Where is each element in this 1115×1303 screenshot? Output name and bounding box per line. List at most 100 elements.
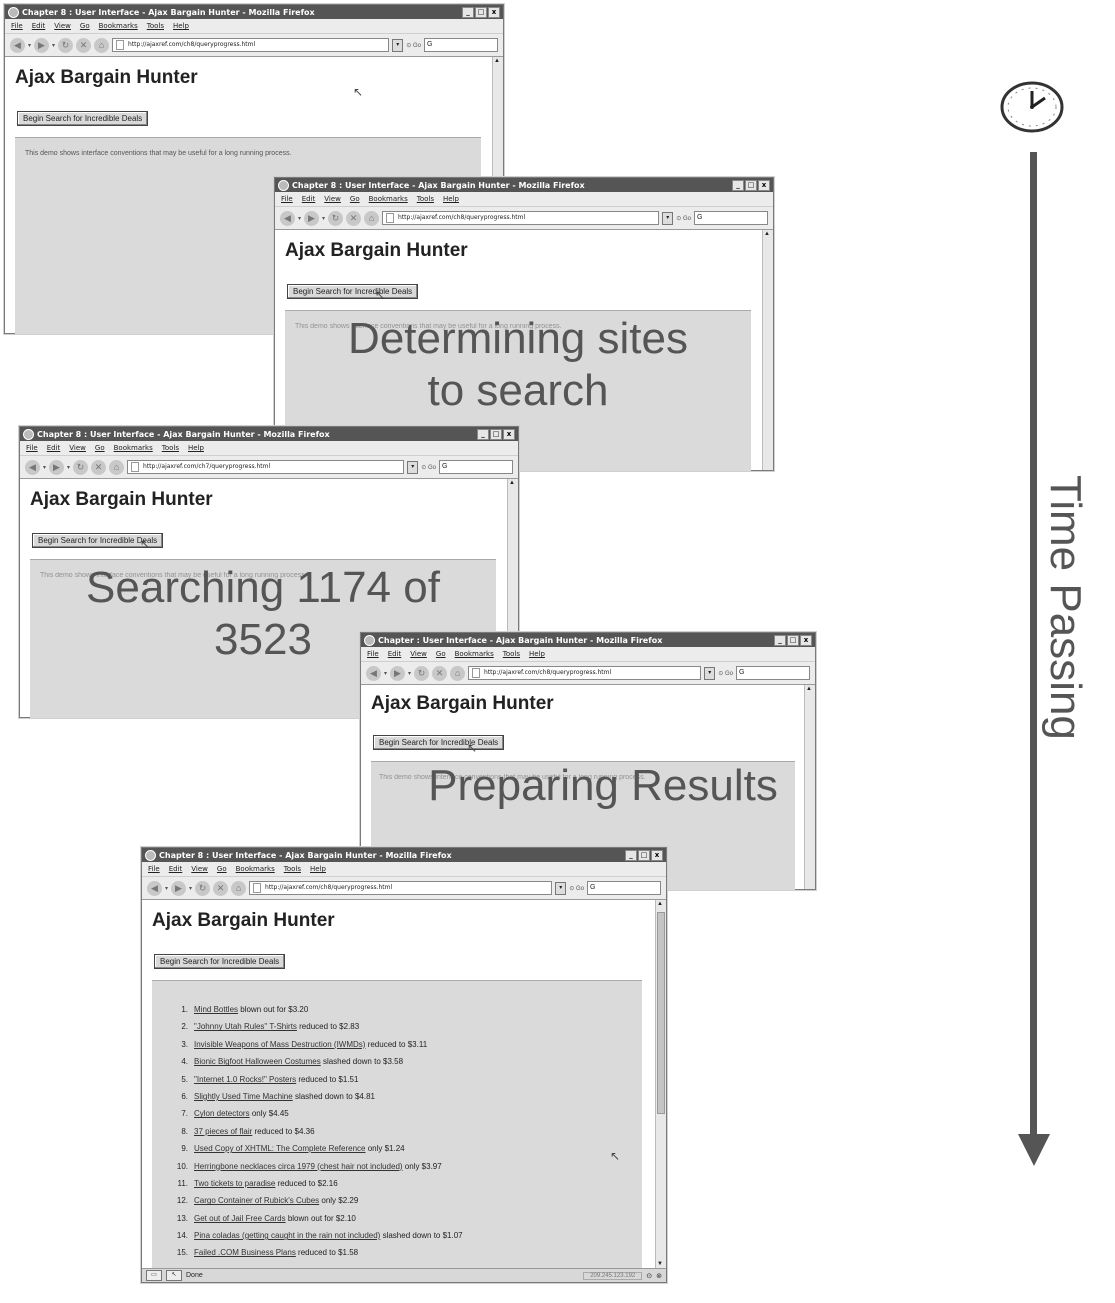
menu-help[interactable]: Help [173,22,189,30]
menu-view[interactable]: View [410,650,427,658]
back-arrow-icon[interactable]: ◀ [10,37,25,53]
deal-link[interactable]: Failed .COM Business Plans [194,1248,296,1257]
deal-link[interactable]: Get out of Jail Free Cards [194,1214,286,1223]
menu-help[interactable]: Help [443,195,459,203]
menu-bookmarks[interactable]: Bookmarks [236,865,275,873]
menu-edit[interactable]: Edit [47,444,61,452]
menu-go[interactable]: Go [80,22,90,30]
back-dropdown-icon[interactable]: ▾ [43,464,46,471]
back-dropdown-icon[interactable]: ▾ [298,215,301,222]
maximize-button[interactable]: □ [745,179,757,191]
back-arrow-icon[interactable]: ◀ [366,665,381,681]
stop-icon[interactable]: ✕ [346,210,362,226]
menu-view[interactable]: View [324,195,341,203]
reload-icon[interactable]: ↻ [328,210,344,226]
menu-go[interactable]: Go [95,444,105,452]
menu-help[interactable]: Help [188,444,204,452]
forward-arrow-icon[interactable]: ▶ [304,210,320,226]
forward-arrow-icon[interactable]: ▶ [171,880,187,896]
url-field[interactable]: http://ajaxref.com/ch8/queryprogress.htm… [468,666,702,680]
stop-icon[interactable]: ✕ [213,880,229,896]
scroll-up-icon[interactable]: ▲ [494,58,500,64]
stop-icon[interactable]: ✕ [432,665,448,681]
url-dropdown-icon[interactable]: ▾ [392,38,404,52]
menu-tools[interactable]: Tools [284,865,301,873]
scroll-up-icon[interactable]: ▲ [657,901,663,907]
menu-tools[interactable]: Tools [162,444,179,452]
menu-go[interactable]: Go [436,650,446,658]
deal-link[interactable]: "Johnny Utah Rules" T-Shirts [194,1022,297,1031]
deal-link[interactable]: Slightly Used Time Machine [194,1092,293,1101]
back-arrow-icon[interactable]: ◀ [280,210,295,226]
scroll-up-icon[interactable]: ▲ [509,480,515,486]
forward-dropdown-icon[interactable]: ▾ [67,464,70,471]
home-icon[interactable]: ⌂ [450,665,466,681]
url-field[interactable]: http://ajaxref.com/ch8/queryprogress.htm… [249,881,553,895]
maximize-button[interactable]: □ [638,849,650,861]
forward-arrow-icon[interactable]: ▶ [390,665,406,681]
menu-edit[interactable]: Edit [302,195,316,203]
close-button[interactable]: x [488,6,500,18]
deal-link[interactable]: Mind Bottles [194,1005,238,1014]
menu-file[interactable]: File [148,865,160,873]
minimize-button[interactable]: _ [774,634,786,646]
close-button[interactable]: x [758,179,770,191]
scroll-up-icon[interactable]: ▲ [806,686,812,692]
menu-file[interactable]: File [367,650,379,658]
deal-link[interactable]: 37 pieces of flair [194,1127,252,1136]
go-icon[interactable]: ⊙ Go [406,42,421,49]
go-icon[interactable]: ⊙ Go [676,215,691,222]
url-field[interactable]: http://ajaxref.com/ch7/queryprogress.htm… [127,460,405,474]
url-dropdown-icon[interactable]: ▾ [555,881,567,895]
forward-dropdown-icon[interactable]: ▾ [52,42,55,49]
close-button[interactable]: x [651,849,663,861]
stop-icon[interactable]: ✕ [76,37,92,53]
deal-link[interactable]: Bionic Bigfoot Halloween Costumes [194,1057,321,1066]
url-dropdown-icon[interactable]: ▾ [704,666,716,680]
go-icon[interactable]: ⊙ Go [569,885,584,892]
menu-file[interactable]: File [11,22,23,30]
go-icon[interactable]: ⊙ Go [718,670,733,677]
menu-edit[interactable]: Edit [169,865,183,873]
maximize-button[interactable]: □ [475,6,487,18]
vertical-scrollbar[interactable]: ▲ [804,685,815,889]
back-dropdown-icon[interactable]: ▾ [165,885,168,892]
forward-arrow-icon[interactable]: ▶ [49,459,65,475]
maximize-button[interactable]: □ [490,428,502,440]
menu-view[interactable]: View [54,22,71,30]
menu-view[interactable]: View [69,444,86,452]
forward-arrow-icon[interactable]: ▶ [34,37,50,53]
deal-link[interactable]: Herringbone necklaces circa 1979 (chest … [194,1162,403,1171]
menu-tools[interactable]: Tools [417,195,434,203]
minimize-button[interactable]: _ [732,179,744,191]
reload-icon[interactable]: ↻ [414,665,430,681]
menu-bookmarks[interactable]: Bookmarks [99,22,138,30]
menu-go[interactable]: Go [350,195,360,203]
reload-icon[interactable]: ↻ [73,459,89,475]
forward-dropdown-icon[interactable]: ▾ [322,215,325,222]
go-icon[interactable]: ⊙ Go [421,464,436,471]
back-dropdown-icon[interactable]: ▾ [384,670,387,677]
menu-view[interactable]: View [191,865,208,873]
menu-file[interactable]: File [281,195,293,203]
search-field[interactable]: G [736,666,810,680]
vertical-scrollbar[interactable]: ▲ [762,230,773,470]
scroll-down-icon[interactable]: ▼ [657,1261,663,1267]
stop-icon[interactable]: ✕ [91,459,107,475]
scroll-up-icon[interactable]: ▲ [764,231,770,237]
forward-dropdown-icon[interactable]: ▾ [189,885,192,892]
back-dropdown-icon[interactable]: ▾ [28,42,31,49]
menu-file[interactable]: File [26,444,38,452]
menu-help[interactable]: Help [529,650,545,658]
search-field[interactable]: G [694,211,768,225]
home-icon[interactable]: ⌂ [231,880,247,896]
maximize-button[interactable]: □ [787,634,799,646]
menu-tools[interactable]: Tools [503,650,520,658]
menu-edit[interactable]: Edit [388,650,402,658]
search-field[interactable]: G [424,38,498,52]
home-icon[interactable]: ⌂ [94,37,110,53]
deal-link[interactable]: Pina coladas (getting caught in the rain… [194,1231,380,1240]
begin-search-button[interactable]: Begin Search for Incredible Deals [287,284,419,299]
home-icon[interactable]: ⌂ [109,459,125,475]
deal-link[interactable]: Used Copy of XHTML: The Complete Referen… [194,1144,365,1153]
